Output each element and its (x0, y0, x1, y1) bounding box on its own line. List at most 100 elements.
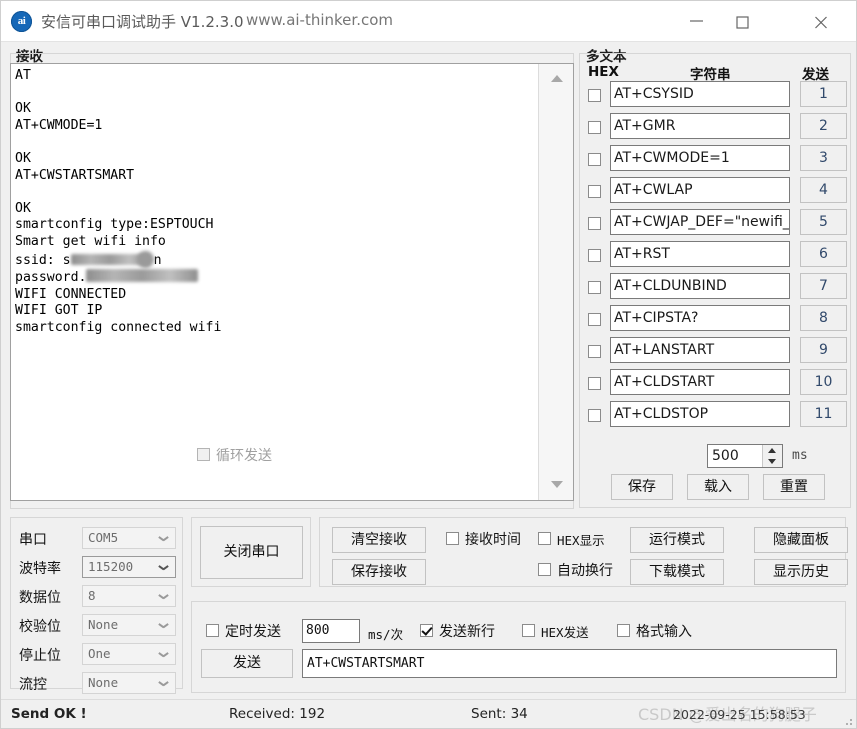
hex-checkbox-6[interactable] (588, 249, 601, 262)
multitext-row: AT+CLDSTOP 11 (585, 400, 847, 432)
send-button-7[interactable]: 7 (800, 273, 847, 299)
multitext-row: AT+CLDSTART 10 (585, 368, 847, 400)
hex-checkbox-2[interactable] (588, 121, 601, 134)
flowcontrol-combo[interactable]: None (82, 672, 176, 694)
command-input-9[interactable]: AT+LANSTART (610, 337, 790, 363)
command-input-6[interactable]: AT+RST (610, 241, 790, 267)
command-input-8[interactable]: AT+CIPSTA? (610, 305, 790, 331)
send-interval-input[interactable]: 800 (302, 619, 360, 643)
send-command-input[interactable]: AT+CWSTARTSMART (302, 649, 837, 678)
multitext-row: AT+CLDUNBIND 7 (585, 272, 847, 304)
multitext-row: AT+CSYSID 1 (585, 80, 847, 112)
window-title: 安信可串口调试助手 V1.2.3.0 (41, 13, 244, 31)
hex-checkbox-8[interactable] (588, 313, 601, 326)
command-input-10[interactable]: AT+CLDSTART (610, 369, 790, 395)
parity-combo[interactable]: None (82, 614, 176, 636)
serial-debug-window: ai 安信可串口调试助手 V1.2.3.0 www.ai-thinker.com… (0, 0, 857, 729)
clear-receive-button[interactable]: 清空接收 (332, 527, 426, 553)
hex-checkbox-7[interactable] (588, 281, 601, 294)
loop-interval-stepper[interactable]: 500 (707, 444, 783, 468)
send-button-5[interactable]: 5 (800, 209, 847, 235)
send-button-2[interactable]: 2 (800, 113, 847, 139)
receive-textarea[interactable]: AT OK AT+CWMODE=1 OK AT+CWSTARTSMART OK … (11, 64, 538, 500)
auto-wrap-checkbox[interactable] (538, 563, 551, 576)
save-preset-button[interactable]: 保存 (611, 474, 673, 500)
receive-scrollbar[interactable] (538, 64, 573, 500)
run-mode-button[interactable]: 运行模式 (630, 527, 724, 553)
loop-interval-value: 500 (712, 448, 739, 464)
command-input-7[interactable]: AT+CLDUNBIND (610, 273, 790, 299)
command-input-5[interactable]: AT+CWJAP_DEF="newifi_ (610, 209, 790, 235)
hex-checkbox-9[interactable] (588, 345, 601, 358)
send-button-9[interactable]: 9 (800, 337, 847, 363)
minimize-button[interactable] (674, 1, 720, 40)
send-button-8[interactable]: 8 (800, 305, 847, 331)
maximize-button[interactable] (720, 1, 766, 40)
status-send-ok: Send OK ! (11, 706, 87, 722)
port-combo[interactable]: COM5 (82, 527, 176, 549)
maximize-icon (736, 16, 749, 29)
serial-label-databits: 数据位 (19, 590, 61, 606)
send-button-10[interactable]: 10 (800, 369, 847, 395)
hex-checkbox-4[interactable] (588, 185, 601, 198)
receive-log-tail: WIFI CONNECTED WIFI GOT IP smartconfig c… (15, 286, 222, 335)
send-newline-checkbox[interactable] (420, 624, 433, 637)
reset-preset-button[interactable]: 重置 (763, 474, 825, 500)
send-button-6[interactable]: 6 (800, 241, 847, 267)
show-history-button[interactable]: 显示历史 (754, 559, 848, 585)
send-button-4[interactable]: 4 (800, 177, 847, 203)
scroll-up-button[interactable] (539, 68, 574, 90)
hex-checkbox-1[interactable] (588, 89, 601, 102)
hex-checkbox-5[interactable] (588, 217, 601, 230)
send-button-11[interactable]: 11 (800, 401, 847, 427)
hide-panel-button[interactable]: 隐藏面板 (754, 527, 848, 553)
serial-field-stopbits: 停止位 One (19, 643, 179, 667)
command-input-3[interactable]: AT+CWMODE=1 (610, 145, 790, 171)
command-input-4[interactable]: AT+CWLAP (610, 177, 790, 203)
send-interval-unit: ms/次 (368, 627, 404, 642)
receive-controls-groupbox: 清空接收 保存接收 接收时间 HEX显示 自动换行 运行模式 下载模式 隐藏面板… (319, 517, 848, 587)
hex-display-checkbox[interactable] (538, 532, 551, 545)
send-groupbox: 定时发送 800 ms/次 发送新行 HEX发送 格式输入 发送 AT+CWST… (191, 601, 846, 693)
vendor-url: www.ai-thinker.com (246, 11, 394, 29)
hex-checkbox-3[interactable] (588, 153, 601, 166)
send-button[interactable]: 发送 (201, 649, 293, 678)
loop-send-checkbox[interactable] (197, 448, 210, 461)
column-header-hex: HEX (588, 64, 619, 80)
command-input-2[interactable]: AT+GMR (610, 113, 790, 139)
hex-checkbox-10[interactable] (588, 377, 601, 390)
load-preset-button[interactable]: 载入 (687, 474, 749, 500)
scroll-down-button[interactable] (539, 474, 574, 496)
status-bar: Send OK ! Received: 192 Sent: 34 CSDN @爱… (1, 699, 856, 728)
serial-settings-groupbox: 串口 COM5 波特率 115200 数据位 8 校验位 None 停止位 On… (10, 517, 183, 694)
save-receive-button[interactable]: 保存接收 (332, 559, 426, 585)
serial-label-port: 串口 (19, 532, 47, 548)
baud-combo[interactable]: 115200 (82, 556, 176, 578)
stepper-buttons[interactable] (762, 445, 782, 467)
send-button-3[interactable]: 3 (800, 145, 847, 171)
hex-checkbox-11[interactable] (588, 409, 601, 422)
send-newline-label: 发送新行 (439, 624, 495, 640)
format-input-label: 格式输入 (636, 624, 692, 640)
resize-grip-icon[interactable] (842, 715, 852, 725)
hex-send-checkbox[interactable] (522, 624, 535, 637)
command-input-11[interactable]: AT+CLDSTOP (610, 401, 790, 427)
databits-combo[interactable]: 8 (82, 585, 176, 607)
stopbits-combo[interactable]: One (82, 643, 176, 665)
close-button[interactable] (798, 1, 844, 40)
send-button-1[interactable]: 1 (800, 81, 847, 107)
ssid-redacted-dot (136, 250, 154, 268)
receive-time-checkbox[interactable] (446, 532, 459, 545)
receive-textarea-wrapper[interactable]: AT OK AT+CWMODE=1 OK AT+CWSTARTSMART OK … (10, 63, 574, 501)
multitext-row: AT+RST 6 (585, 240, 847, 272)
close-port-button[interactable]: 关闭串口 (200, 526, 303, 579)
chevron-down-icon (551, 481, 563, 488)
download-mode-button[interactable]: 下载模式 (630, 559, 724, 585)
receive-log-head: AT OK AT+CWMODE=1 OK AT+CWSTARTSMART OK … (15, 68, 214, 249)
format-input-checkbox[interactable] (617, 624, 630, 637)
command-input-1[interactable]: AT+CSYSID (610, 81, 790, 107)
timed-send-checkbox[interactable] (206, 624, 219, 637)
receive-time-label: 接收时间 (465, 532, 521, 548)
password-prefix: password. (15, 270, 87, 286)
hex-display-label: HEX显示 (557, 533, 605, 548)
